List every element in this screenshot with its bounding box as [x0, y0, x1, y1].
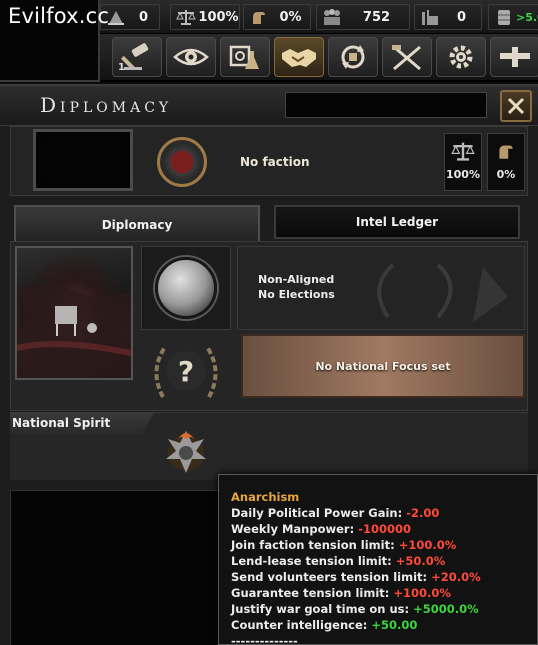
anarchism-spirit-icon[interactable] [160, 425, 212, 477]
leader-portrait[interactable] [15, 246, 133, 380]
tooltip-row-label: Guarantee tension limit: [231, 586, 394, 600]
stability-scales-icon [445, 134, 481, 168]
tooltip-row: Lend-lease tension limit: +50.0% [231, 553, 537, 569]
close-icon [507, 97, 525, 115]
tooltip-row: Weekly Manpower: -100000 [231, 521, 537, 537]
faction-war-support-value: 0% [496, 168, 516, 181]
war-support-value: 0% [279, 9, 302, 25]
tooltip-row-label: Send volunteers tension limit: [231, 570, 432, 584]
government-box[interactable]: Non-Aligned No Elections [237, 246, 525, 330]
window-title-bar[interactable]: Diplomacy [0, 86, 538, 126]
tooltip-row: Send volunteers tension limit: +20.0% [231, 569, 537, 585]
war-support-stat[interactable]: 0% [243, 4, 311, 30]
ideology-button[interactable] [141, 246, 231, 330]
trade-button[interactable] [328, 37, 378, 77]
government-type: Non-Aligned [258, 273, 335, 286]
logistics-button[interactable] [490, 37, 538, 77]
tooltip-row: Guarantee tension limit: +100.0% [231, 585, 537, 601]
faction-emblem-icon[interactable] [157, 137, 207, 187]
tooltip-row: Daily Political Power Gain: -2.00 [231, 505, 537, 521]
factories-stat[interactable]: 0 [414, 4, 482, 30]
national-spirit-label: National Spirit [10, 412, 154, 434]
tooltip-row-value: +50.00 [371, 618, 418, 632]
tooltip-rows: Daily Political Power Gain: -2.00 Weekly … [231, 505, 537, 633]
tooltip-row-label: Weekly Manpower: [231, 522, 359, 536]
national-focus-button[interactable]: No National Focus set [241, 334, 525, 398]
window-title: Diplomacy [40, 93, 173, 117]
construction-button[interactable] [382, 37, 432, 77]
fuel-stat[interactable]: >5.0 [488, 4, 538, 30]
factories-value: 0 [456, 9, 467, 25]
war-support-arm-icon [488, 134, 524, 168]
factory-icon [418, 7, 442, 27]
decisions-button[interactable]: 1 [112, 37, 162, 77]
tooltip-row-label: Lend-lease tension limit: [231, 554, 396, 568]
faction-row: No faction 100% 0% [10, 126, 528, 196]
faction-name: No faction [240, 155, 310, 169]
tab-intel-ledger[interactable]: Intel Ledger [274, 205, 520, 239]
main-toolbar: 1 [100, 34, 538, 82]
gear-icon [449, 45, 473, 69]
tooltip-row-value: +100.0% [398, 538, 457, 552]
faction-war-support-box[interactable]: 0% [487, 133, 525, 191]
eye-icon [173, 48, 209, 66]
handshake-icon [282, 49, 316, 67]
logistics-icon [500, 47, 530, 67]
ideology-orb-icon [155, 257, 217, 319]
war-support-arm-icon [247, 7, 271, 27]
stability-scales-icon [174, 7, 198, 27]
country-panel: Non-Aligned No Elections ? No National F… [10, 241, 528, 411]
tooltip-row: Justify war goal time on us: +5000.0% [231, 601, 537, 617]
manpower-icon [320, 7, 344, 27]
tooltip-row-label: Counter intelligence: [231, 618, 372, 632]
laurel-wreath-icon [377, 263, 508, 322]
construction-tools-icon [392, 45, 421, 71]
national-spirit-panel: National Spirit [10, 412, 528, 480]
election-status: No Elections [258, 288, 335, 301]
svg-text:?: ? [178, 355, 194, 388]
fuel-value: >5.0 [516, 10, 538, 24]
tooltip-row-label: Daily Political Power Gain: [231, 506, 407, 520]
fuel-barrel-icon [492, 7, 516, 27]
country-flag-slot[interactable]: Evilfox.cc [0, 0, 109, 82]
window-title-field [285, 92, 487, 118]
manpower-value: 752 [362, 9, 391, 25]
decisions-badge: 1 [118, 62, 125, 73]
stability-stat[interactable]: 100% [170, 4, 240, 30]
watermark-text: Evilfox.cc [8, 4, 110, 28]
faction-stability-box[interactable]: 100% [444, 133, 482, 191]
tooltip-row-value: +5000.0% [413, 602, 479, 616]
intelligence-button[interactable] [166, 37, 216, 77]
ideology-tooltip: Anarchism Daily Political Power Gain: -2… [218, 474, 538, 645]
research-flask-icon [229, 45, 259, 69]
gavel-icon [120, 43, 149, 71]
tooltip-row-value: +50.0% [395, 554, 446, 568]
political-power-value: 0 [138, 9, 149, 25]
close-button[interactable] [500, 90, 532, 122]
tooltip-title: Anarchism [231, 490, 300, 504]
tooltip-row: Join faction tension limit: +100.0% [231, 537, 537, 553]
faction-stability-value: 100% [446, 168, 480, 181]
trade-cycle-icon [341, 45, 365, 69]
tooltip-footer: -------------- [231, 634, 298, 645]
research-button[interactable] [220, 37, 270, 77]
tab-diplomacy[interactable]: Diplomacy [14, 205, 260, 243]
manpower-stat[interactable]: 752 [316, 4, 410, 30]
tooltip-row: Counter intelligence: +50.00 [231, 617, 537, 633]
tooltip-row-label: Join faction tension limit: [231, 538, 399, 552]
diplomacy-button[interactable] [274, 37, 324, 77]
tooltip-row-value: -100000 [358, 522, 411, 536]
stability-value: 100% [198, 9, 239, 25]
tooltip-row-label: Justify war goal time on us: [231, 602, 414, 616]
tooltip-row-value: -2.00 [406, 506, 440, 520]
production-button[interactable] [436, 37, 486, 77]
focus-unknown-icon[interactable]: ? [141, 334, 231, 408]
tooltip-row-value: +20.0% [431, 570, 481, 584]
country-flag[interactable] [33, 129, 133, 191]
tooltip-row-value: +100.0% [393, 586, 451, 600]
